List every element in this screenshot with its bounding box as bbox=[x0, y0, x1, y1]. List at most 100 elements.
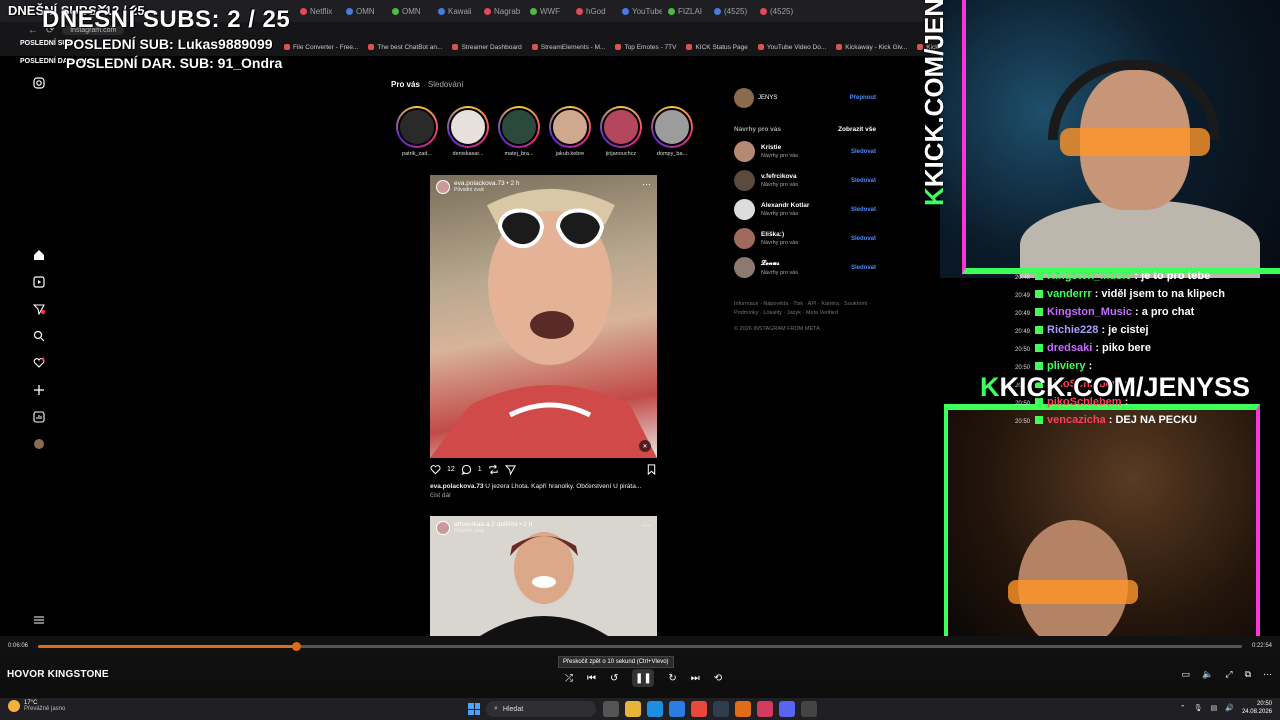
caption-username[interactable]: eva.polackova.73 bbox=[430, 483, 483, 490]
fullscreen-icon[interactable]: ⤢ bbox=[1225, 669, 1232, 680]
avatar[interactable] bbox=[734, 88, 754, 108]
profile-avatar-icon[interactable] bbox=[32, 437, 46, 451]
notifications-heart-icon[interactable] bbox=[32, 356, 46, 370]
media-player-icon[interactable] bbox=[801, 701, 817, 717]
bookmark-item[interactable]: Top Emotes - 7TV bbox=[615, 44, 676, 51]
post-video[interactable]: eva.polackova.73 • 2 h Původní zvuk ⋯ ✕ bbox=[430, 175, 657, 458]
browser-tab[interactable]: WWF bbox=[530, 7, 570, 16]
bookmark-item[interactable]: Streamer Dashboard bbox=[452, 44, 521, 51]
chat-username[interactable]: Richie228 bbox=[1047, 324, 1098, 336]
chat-username[interactable]: dredsaki bbox=[1047, 342, 1092, 354]
post-username[interactable]: eva.polackova.73 bbox=[454, 180, 505, 187]
bookmark-item[interactable]: KICK Status Page bbox=[686, 44, 747, 51]
menu-hamburger-icon[interactable] bbox=[32, 613, 46, 627]
bookmark-item[interactable]: Kickaway - Kick Giv... bbox=[836, 44, 907, 51]
story-item[interactable]: patrik_zad... bbox=[396, 106, 438, 157]
follow-button[interactable]: Sledovat bbox=[851, 265, 876, 271]
browser-icon[interactable] bbox=[735, 701, 751, 717]
reels-icon[interactable] bbox=[32, 275, 46, 289]
search-icon[interactable] bbox=[32, 329, 46, 343]
task-view-icon[interactable] bbox=[603, 701, 619, 717]
follow-button[interactable]: Sledovat bbox=[851, 178, 876, 184]
seek-handle[interactable] bbox=[291, 642, 301, 651]
file-explorer-icon[interactable] bbox=[625, 701, 641, 717]
switch-account-link[interactable]: Přepnout bbox=[850, 95, 876, 101]
chat-username[interactable]: Kingston_Music bbox=[1047, 306, 1132, 318]
chat-username[interactable]: vanderrr bbox=[1047, 288, 1092, 300]
clock[interactable]: 20:50 24.08.2026 bbox=[1242, 700, 1272, 716]
story-item[interactable]: dompy_ba... bbox=[651, 106, 693, 157]
bookmark-item[interactable]: The best ChatBot an... bbox=[368, 44, 442, 51]
browser-tab[interactable]: (4525) bbox=[760, 7, 800, 16]
share-icon[interactable] bbox=[504, 464, 516, 475]
taskbar-search[interactable]: ⌕ Hledat bbox=[486, 701, 596, 717]
browser-tab[interactable]: hGod bbox=[576, 7, 616, 16]
follow-button[interactable]: Sledovat bbox=[851, 236, 876, 242]
store-icon[interactable] bbox=[669, 701, 685, 717]
avatar[interactable] bbox=[734, 228, 755, 249]
read-more-link[interactable]: číst dál bbox=[430, 492, 657, 499]
seek-bar[interactable] bbox=[38, 642, 1242, 651]
avatar[interactable] bbox=[734, 170, 755, 191]
shuffle-icon[interactable]: ⤮ bbox=[565, 673, 573, 684]
network-icon[interactable]: ▤ bbox=[1211, 704, 1218, 712]
tab-following[interactable]: Sledování bbox=[428, 80, 464, 89]
terminal-icon[interactable] bbox=[713, 701, 729, 717]
comment-icon[interactable] bbox=[461, 464, 472, 475]
more-options-icon[interactable]: ⋯ bbox=[1263, 669, 1272, 680]
bookmark-item[interactable]: StreamElements - M... bbox=[532, 44, 606, 51]
chrome-icon[interactable] bbox=[691, 701, 707, 717]
pause-button[interactable]: ❚❚ bbox=[632, 669, 655, 687]
footer-links[interactable]: Informace · Nápověda · Tisk · API · Kari… bbox=[734, 300, 884, 318]
volume-icon[interactable]: 🔊 bbox=[1225, 704, 1234, 712]
post-audio[interactable]: Původní zvuk bbox=[454, 528, 532, 534]
volume-icon[interactable]: 🔈 bbox=[1202, 669, 1213, 680]
browser-tab[interactable]: Kawaii bbox=[438, 7, 478, 16]
more-options-icon[interactable]: ⋯ bbox=[642, 520, 651, 531]
repeat-off-icon[interactable]: ⟲ bbox=[714, 673, 722, 684]
start-windows-icon[interactable] bbox=[468, 703, 480, 715]
save-bookmark-icon[interactable] bbox=[646, 464, 657, 475]
browser-tab[interactable]: (4525) bbox=[714, 7, 754, 16]
chat-username[interactable]: pliviery bbox=[1047, 360, 1086, 372]
suggestion-name[interactable]: v.fefrcikova bbox=[761, 173, 798, 180]
suggestion-name[interactable]: Kristie bbox=[761, 144, 798, 151]
instagram-logo-icon[interactable] bbox=[32, 76, 46, 90]
story-item[interactable]: matej_bra... bbox=[498, 106, 540, 157]
suggestion-name[interactable]: Alexandr Kotlar bbox=[761, 202, 809, 209]
skip-forward-30-icon[interactable]: ↻ bbox=[668, 673, 676, 684]
discord-icon[interactable] bbox=[779, 701, 795, 717]
browser-tab[interactable]: Netflix bbox=[300, 7, 340, 16]
chat-username[interactable]: vencazicha bbox=[1047, 414, 1106, 426]
browser-tab[interactable]: Nagrab bbox=[484, 7, 524, 16]
tray-chevron-icon[interactable]: ⌃ bbox=[1180, 704, 1186, 712]
chat-username[interactable]: Kingst0n_Music bbox=[1047, 270, 1131, 282]
see-all-link[interactable]: Zobrazit vše bbox=[838, 126, 876, 133]
repost-icon[interactable] bbox=[488, 464, 499, 475]
microphone-icon[interactable]: 🎙 bbox=[1194, 704, 1203, 712]
dashboard-icon[interactable] bbox=[32, 410, 46, 424]
more-options-icon[interactable]: ⋯ bbox=[642, 179, 651, 190]
browser-tab[interactable]: YouTube bbox=[622, 7, 662, 16]
post-audio[interactable]: Původní zvuk bbox=[454, 187, 520, 193]
next-icon[interactable]: ⏭ bbox=[691, 673, 700, 684]
like-heart-icon[interactable] bbox=[430, 464, 441, 475]
bookmark-item[interactable]: YouTube Video Do... bbox=[758, 44, 826, 51]
previous-icon[interactable]: ⏮ bbox=[587, 673, 596, 684]
home-icon[interactable] bbox=[32, 248, 46, 262]
skip-back-10-icon[interactable]: ↺ bbox=[610, 673, 618, 684]
avatar[interactable] bbox=[436, 521, 450, 535]
follow-button[interactable]: Sledovat bbox=[851, 207, 876, 213]
bookmark-item[interactable]: File Converter - Free... bbox=[284, 44, 358, 51]
mute-icon[interactable]: ✕ bbox=[639, 440, 651, 452]
follow-button[interactable]: Sledovat bbox=[851, 149, 876, 155]
weather-widget[interactable]: 17°C Převážně jasno bbox=[8, 700, 65, 712]
post-with[interactable]: a 2 dalšími bbox=[486, 521, 517, 528]
subtitles-icon[interactable]: ▭ bbox=[1182, 669, 1191, 680]
avatar[interactable] bbox=[734, 257, 755, 278]
back-icon[interactable]: ← bbox=[28, 25, 38, 36]
post-username[interactable]: athxenkaa bbox=[454, 521, 484, 528]
suggestion-name[interactable]: Eliška:) bbox=[761, 231, 798, 238]
create-plus-icon[interactable] bbox=[32, 383, 46, 397]
browser-tab[interactable]: FIZLAI bbox=[668, 7, 708, 16]
